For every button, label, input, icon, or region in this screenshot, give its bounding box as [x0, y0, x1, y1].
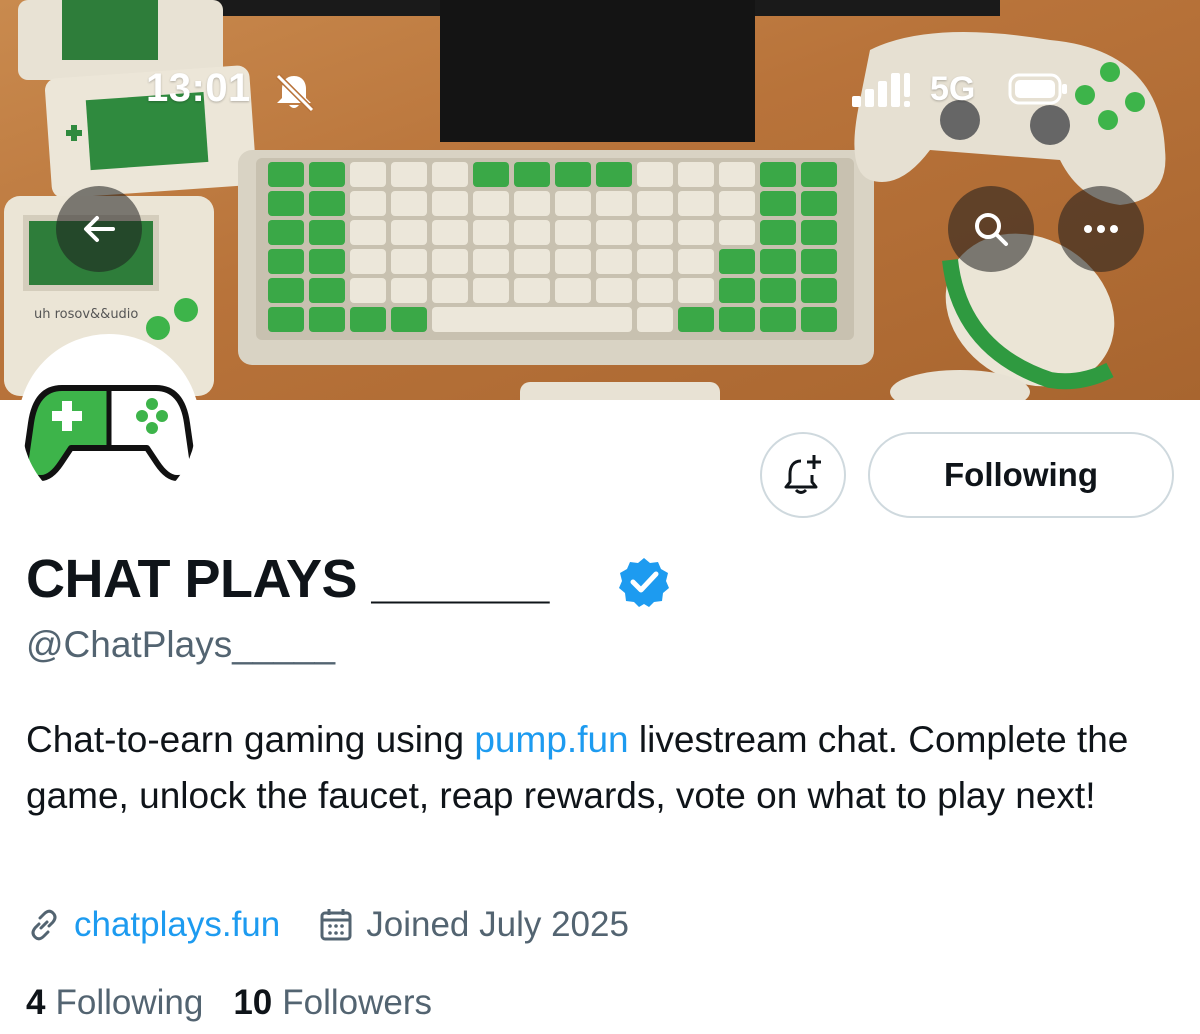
status-network: 5G [930, 70, 976, 108]
profile-meta: chatplays.fun Joined July 2025 [26, 900, 629, 950]
battery-icon [1008, 73, 1067, 105]
verified-badge-icon[interactable] [618, 556, 670, 608]
followers-label: Followers [282, 983, 433, 1022]
notify-button[interactable] [760, 432, 846, 518]
followers-count-link[interactable]: 10 Followers [233, 983, 432, 1023]
handle: @ChatPlays_____ [26, 624, 336, 665]
following-count: 4 [26, 983, 46, 1022]
gamepad-logo-icon [22, 385, 196, 481]
website-link[interactable]: chatplays.fun [74, 905, 280, 945]
joined-item: Joined July 2025 [318, 905, 629, 945]
bell-slash-icon [275, 73, 315, 112]
back-button[interactable] [56, 186, 142, 272]
avatar[interactable] [18, 334, 200, 516]
bio-link[interactable]: pump.fun [474, 719, 628, 760]
following-count-link[interactable]: 4 Following [26, 983, 203, 1023]
more-options-button[interactable] [1058, 186, 1144, 272]
calendar-icon [320, 909, 352, 941]
search-icon [975, 213, 1008, 246]
display-name: CHAT PLAYS ______ [26, 549, 549, 609]
joined-date: Joined July 2025 [366, 905, 629, 944]
followers-count: 10 [233, 983, 273, 1022]
signal-bars-icon [852, 73, 910, 107]
bio: Chat-to-earn gaming using pump.fun lives… [26, 712, 1176, 824]
ellipsis-icon [1084, 225, 1118, 233]
arrow-left-icon [84, 216, 115, 242]
following-label: Following [55, 983, 204, 1022]
profile-stats: 4 Following 10 Followers [26, 978, 432, 1028]
following-button[interactable]: Following [868, 432, 1174, 518]
website-item[interactable]: chatplays.fun [26, 905, 280, 945]
search-button[interactable] [948, 186, 1034, 272]
svg-text:uh rosov&&udio: uh rosov&&udio [34, 307, 138, 322]
bell-plus-icon [784, 455, 821, 494]
bio-text-1: Chat-to-earn gaming using [26, 719, 475, 760]
status-time: 13:01 [146, 66, 251, 110]
link-icon [31, 909, 57, 941]
